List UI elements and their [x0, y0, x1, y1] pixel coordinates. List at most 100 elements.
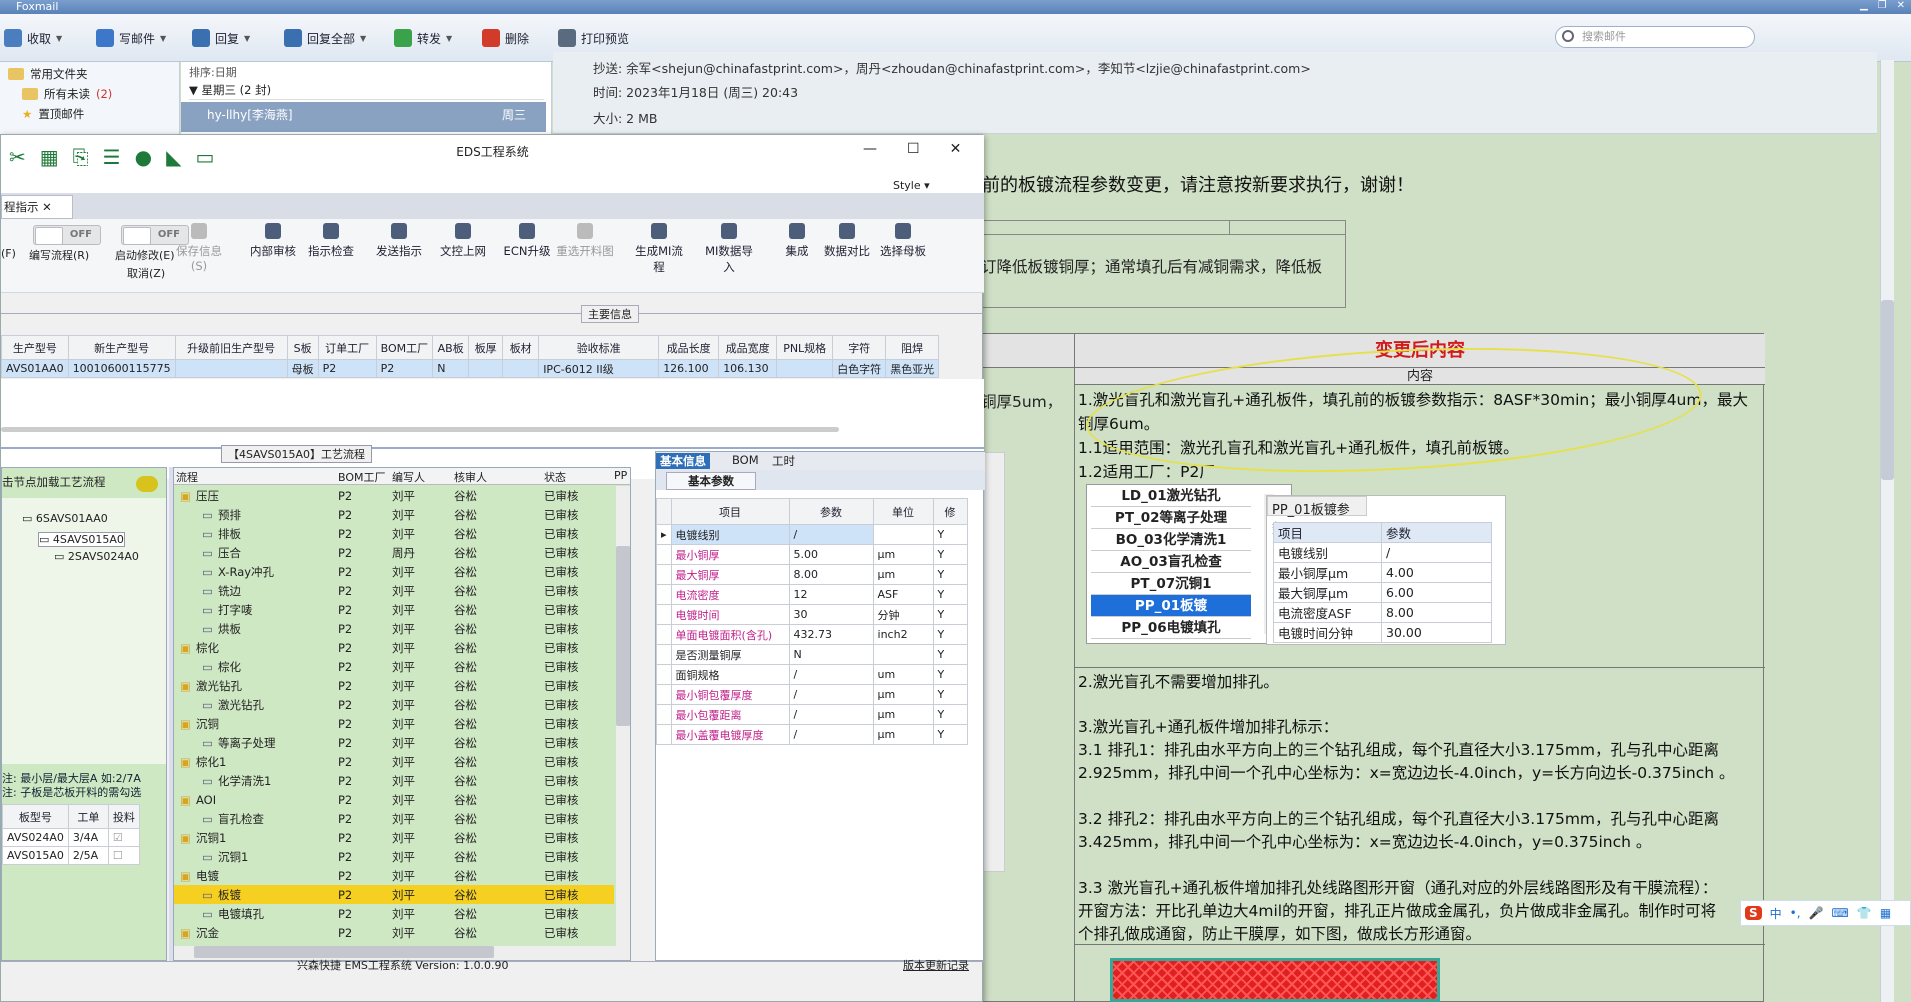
table-cell[interactable]: 5.00	[788, 544, 874, 565]
table-cell[interactable]: N	[788, 644, 874, 665]
ribbon-button-3[interactable]: 发送指示	[370, 223, 428, 259]
table-cell[interactable]: P2	[317, 359, 377, 378]
table-cell[interactable]: IPC-6012 II级	[538, 359, 660, 378]
table-cell[interactable]: /	[788, 704, 874, 725]
column-header[interactable]: 核审人	[454, 469, 487, 485]
table-cell[interactable]: 30	[788, 604, 874, 625]
table-cell[interactable]: 126.100	[658, 359, 720, 378]
table-row[interactable]: AVS024A0 3/4A ☑	[2, 828, 140, 847]
close-icon[interactable]: ✕	[950, 141, 962, 157]
eds-window-controls[interactable]: — ☐ ✕	[863, 141, 961, 157]
column-header[interactable]: 验收标准	[538, 335, 660, 360]
column-header[interactable]: 流程	[176, 469, 198, 485]
column-header[interactable]: 板材	[502, 335, 540, 360]
flow-row[interactable]: ▣ 沉金 P2 刘平 谷松 已审核	[174, 923, 614, 942]
flow-row[interactable]: ▭ 打字唛 P2 刘平 谷松 已审核	[174, 600, 614, 619]
column-header[interactable]: 升级前旧生产型号	[174, 335, 288, 360]
flow-row[interactable]: ▣ 电镀 P2 刘平 谷松 已审核	[174, 866, 614, 885]
toolbar-button-0[interactable]: 收取 ▼	[4, 26, 62, 50]
ribbon-button-8[interactable]: MI数据导入	[700, 223, 758, 275]
scrollbar-thumb[interactable]	[1881, 300, 1894, 480]
toolbar-button-6[interactable]: 打印预览	[558, 26, 629, 50]
skin-icon[interactable]: 👕	[1857, 906, 1872, 920]
column-header[interactable]: 项目	[670, 498, 790, 525]
ribbon-button-2[interactable]: 指示检查	[302, 223, 360, 259]
column-header[interactable]: 修	[932, 498, 968, 525]
flow-row[interactable]: ▭ 压合 P2 周丹 谷松 已审核	[174, 543, 614, 562]
column-header[interactable]: BOM工厂	[375, 335, 434, 360]
column-header[interactable]: 成品宽度	[718, 335, 778, 360]
column-header[interactable]: 编写人	[392, 469, 425, 485]
table-row[interactable]: 最大铜厚 8.00 μm Y	[656, 564, 968, 585]
table-row[interactable]: AVS015A0 2/5A ☐	[2, 846, 140, 865]
flow-row[interactable]: ▣ 激光钻孔 P2 刘平 谷松 已审核	[174, 676, 614, 695]
column-header[interactable]: 状态	[544, 469, 566, 485]
keyboard-icon[interactable]: ⌨	[1832, 906, 1849, 920]
column-header[interactable]: 字符	[832, 335, 887, 360]
column-header[interactable]: 阻焊	[885, 335, 940, 360]
tree-node[interactable]: ▭ 4SAVS015A0	[38, 532, 125, 547]
tab-1[interactable]: BOM	[728, 453, 763, 467]
table-cell[interactable]: 12	[788, 584, 874, 605]
flow-row[interactable]: ▣ 沉铜 P2 刘平 谷松 已审核	[174, 714, 614, 733]
table-cell[interactable]: 10010600115775	[67, 359, 176, 378]
style-menu[interactable]: Style ▾	[893, 179, 930, 192]
ribbon-button-1[interactable]: 内部审核	[244, 223, 302, 259]
table-cell[interactable]: AVS01AA0	[1, 359, 69, 378]
grid-hscrollbar[interactable]	[1, 427, 839, 432]
scrollbar-thumb[interactable]	[616, 546, 630, 726]
table-row[interactable]: 面铜规格 / um Y	[656, 664, 968, 685]
ribbon-button-0[interactable]: 保存信息(S)	[170, 223, 228, 273]
edit-flow-toggle[interactable]: OFF	[33, 225, 101, 245]
table-cell[interactable]: P2	[375, 359, 434, 378]
flow-row[interactable]: ▭ 预排 P2 刘平 谷松 已审核	[174, 505, 614, 524]
column-header[interactable]: 单位	[872, 498, 934, 525]
column-header[interactable]: 板厚	[468, 335, 504, 360]
window-controls[interactable]: ▁ ❐ ✕	[1836, 0, 1911, 14]
restore-icon[interactable]: ❐	[1878, 0, 1887, 14]
table-cell[interactable]: 106.130	[718, 359, 778, 378]
flow-row[interactable]: ▭ X-Ray冲孔 P2 刘平 谷松 已审核	[174, 562, 614, 581]
table-cell[interactable]: /	[788, 664, 874, 685]
ribbon-button-11[interactable]: 选择母板	[874, 223, 932, 259]
column-header[interactable]: S板	[286, 335, 319, 360]
flow-row[interactable]: ▭ 电镀填孔 P2 刘平 谷松 已审核	[174, 904, 614, 923]
column-header[interactable]: 生产型号	[1, 335, 69, 360]
ribbon-button-7[interactable]: 生成MI流程	[630, 223, 688, 275]
tab-basic-params[interactable]: 基本参数	[666, 472, 756, 490]
board-tree[interactable]: ▭ 6SAVS01AA0 ▭ 4SAVS015A0 ▭ 2SAVS024A0	[2, 498, 166, 764]
toolbar-button-1[interactable]: 写邮件 ▼	[96, 26, 166, 50]
flow-row[interactable]: ▭ 激光钻孔 P2 刘平 谷松 已审核	[174, 695, 614, 714]
ime-mode[interactable]: 中	[1770, 905, 1782, 922]
toolbar-button-3[interactable]: 回复全部 ▼	[284, 26, 366, 50]
column-header[interactable]: AB板	[432, 335, 470, 360]
maximize-icon[interactable]: ☐	[907, 141, 920, 157]
column-header[interactable]: 新生产型号	[67, 335, 176, 360]
column-header[interactable]: PNL规格	[776, 335, 834, 360]
flow-row[interactable]: ▣ 压压 P2 刘平 谷松 已审核	[174, 486, 614, 505]
ribbon-button-6[interactable]: 重选开料图	[556, 223, 614, 259]
table-row[interactable]: 最小包覆距离 / μm Y	[656, 704, 968, 725]
table-cell[interactable]: 母板	[286, 359, 319, 378]
minimize-icon[interactable]: —	[863, 141, 877, 157]
mail-scrollbar[interactable]	[1880, 60, 1894, 1002]
table-cell[interactable]: 白色字符	[832, 359, 887, 378]
mail-item[interactable]: hy-llhy[李海燕] 周三	[181, 102, 546, 132]
table-cell[interactable]: /	[788, 724, 874, 745]
folder-common[interactable]: 常用文件夹	[8, 66, 88, 82]
table-cell[interactable]: N	[432, 359, 470, 378]
close-tab-icon[interactable]: ✕	[42, 200, 52, 214]
table-cell[interactable]	[174, 359, 288, 378]
ribbon-button-10[interactable]: 数据对比	[818, 223, 876, 259]
folder-unread[interactable]: 所有未读 (2)	[22, 86, 112, 102]
table-row[interactable]: 是否测量铜厚 N Y	[656, 644, 968, 665]
column-header[interactable]: 成品长度	[658, 335, 720, 360]
checkbox[interactable]: ☑	[107, 828, 140, 847]
table-cell[interactable]: /	[788, 684, 874, 705]
minimize-icon[interactable]: ▁	[1860, 0, 1868, 14]
table-cell[interactable]: 8.00	[788, 564, 874, 585]
flow-row[interactable]: ▭ 棕化 P2 刘平 谷松 已审核	[174, 657, 614, 676]
flow-vscrollbar[interactable]	[616, 486, 630, 946]
flow-row[interactable]: ▭ 烘板 P2 刘平 谷松 已审核	[174, 619, 614, 638]
table-row[interactable]: 电流密度 12 ASF Y	[656, 584, 968, 605]
